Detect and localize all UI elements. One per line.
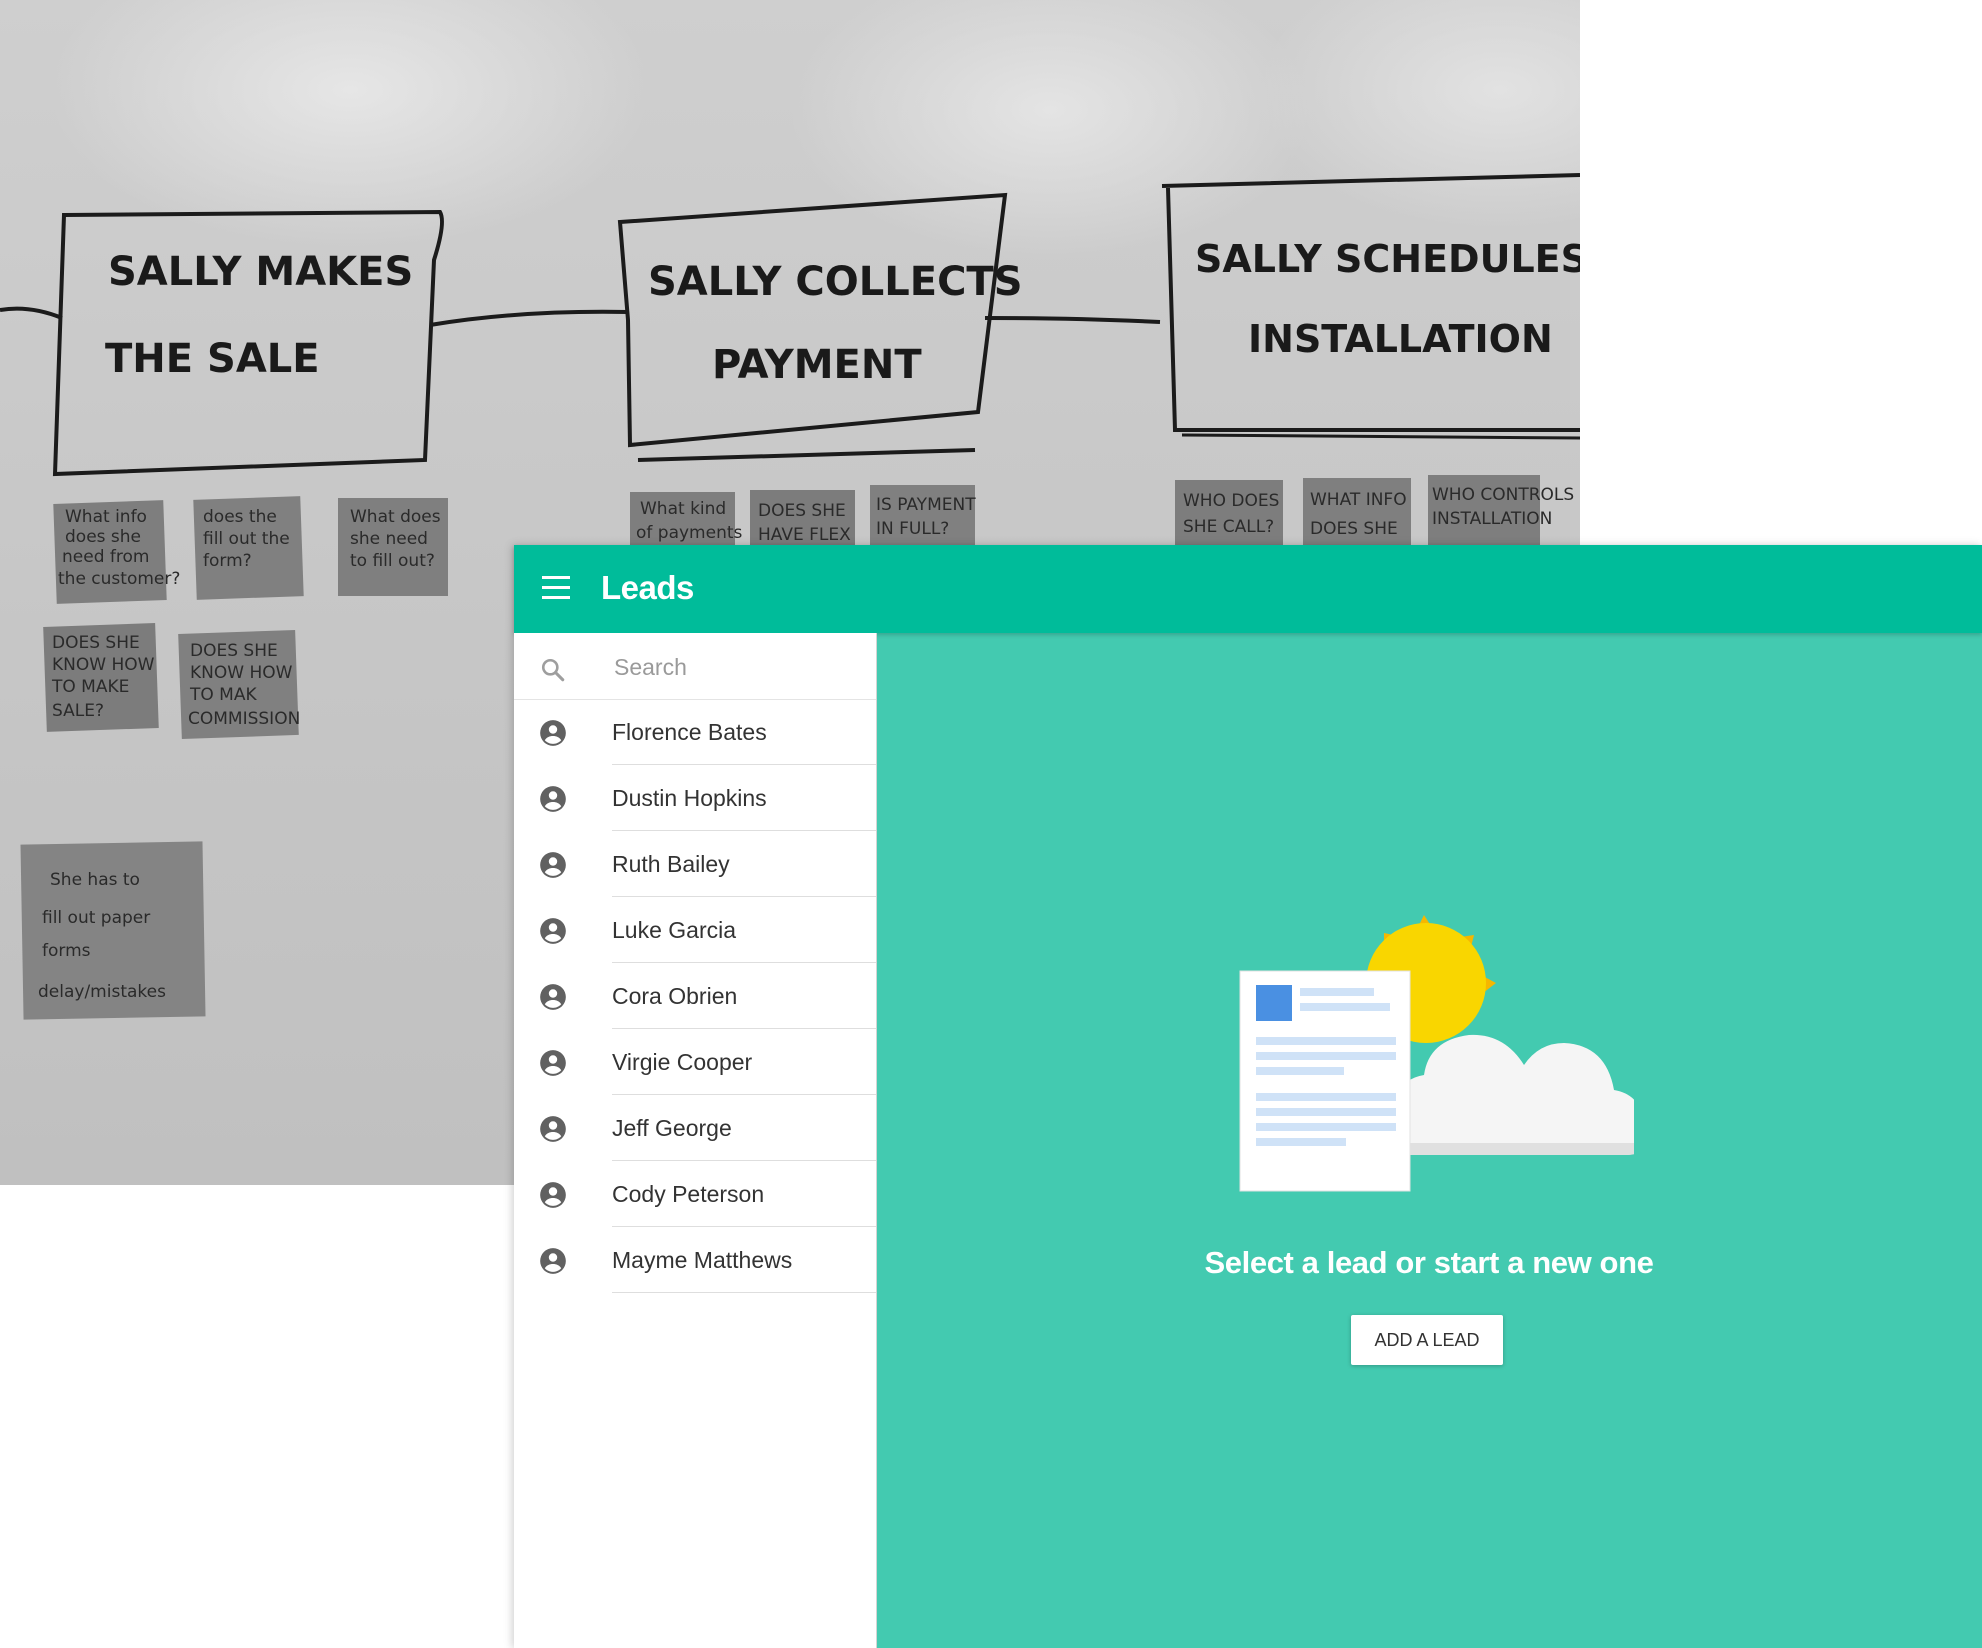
svg-text:of payments: of payments	[636, 523, 743, 543]
search-bar	[514, 633, 876, 700]
add-lead-button[interactable]: ADD A LEAD	[1351, 1315, 1503, 1365]
svg-text:the customer?: the customer?	[58, 569, 180, 589]
lead-item[interactable]: Virgie Cooper	[514, 1029, 876, 1095]
lead-name: Cody Peterson	[612, 1181, 765, 1207]
lead-item[interactable]: Ruth Bailey	[514, 831, 876, 897]
hamburger-menu-icon[interactable]	[542, 576, 570, 600]
search-icon	[541, 658, 565, 682]
sticky-note-7: What kind of payments	[630, 492, 743, 552]
svg-text:fill out the: fill out the	[203, 529, 290, 549]
account-circle-icon	[540, 1182, 566, 1208]
svg-text:HAVE FLEX: HAVE FLEX	[758, 525, 851, 545]
account-circle-icon	[540, 720, 566, 746]
account-circle-icon	[540, 918, 566, 944]
process-box-2	[617, 192, 1008, 448]
empty-state-message: Select a lead or start a new one	[1204, 1245, 1654, 1280]
svg-text:fill out paper: fill out paper	[42, 908, 150, 928]
step-3-line-2: INSTALLATION	[1248, 317, 1553, 361]
account-circle-icon	[540, 984, 566, 1010]
app-bar: Leads	[514, 545, 1982, 633]
step-1-line-2: THE SALE	[105, 336, 320, 382]
svg-text:TO MAK: TO MAK	[189, 685, 257, 705]
sticky-note-3: What doesshe need to fill out?	[338, 498, 448, 596]
page-title: Leads	[601, 569, 694, 606]
svg-text:KNOW HOW: KNOW HOW	[52, 655, 155, 675]
process-box-3	[1161, 173, 1580, 432]
svg-text:DOES SHE: DOES SHE	[1310, 519, 1398, 539]
svg-text:IS PAYMENT: IS PAYMENT	[876, 495, 976, 515]
lead-item[interactable]: Luke Garcia	[514, 897, 876, 963]
svg-text:SHE CALL?: SHE CALL?	[1183, 517, 1274, 537]
lead-item[interactable]: Florence Bates	[514, 699, 876, 765]
lead-name: Dustin Hopkins	[612, 785, 767, 811]
lead-name: Florence Bates	[612, 719, 767, 745]
lead-item[interactable]: Cora Obrien	[514, 963, 876, 1029]
document-icon	[1239, 970, 1411, 1192]
sticky-note-1: What infodoes she need fromthe customer?	[53, 500, 180, 604]
svg-text:she need: she need	[350, 529, 428, 549]
lead-name: Jeff George	[612, 1115, 732, 1141]
lead-item[interactable]: Cody Peterson	[514, 1161, 876, 1227]
svg-text:DOES SHE: DOES SHE	[52, 633, 140, 653]
svg-text:She has to: She has to	[50, 870, 140, 890]
search-input[interactable]	[612, 648, 856, 686]
lead-name: Virgie Cooper	[612, 1049, 753, 1075]
sticky-note-8: DOES SHE HAVE FLEX	[750, 490, 855, 552]
svg-text:DOES SHE: DOES SHE	[758, 501, 846, 521]
leads-sidebar: Florence Bates Dustin Hopkins Ruth Baile…	[514, 633, 877, 1648]
lead-item[interactable]: Jeff George	[514, 1095, 876, 1161]
svg-text:What kind: What kind	[640, 499, 726, 519]
svg-text:need from: need from	[62, 547, 149, 567]
leads-list: Florence Bates Dustin Hopkins Ruth Baile…	[514, 699, 876, 1293]
sticky-note-2: does thefill out the form?	[193, 496, 304, 600]
svg-text:delay/mistakes: delay/mistakes	[38, 982, 166, 1002]
step-3-line-1: SALLY SCHEDULES	[1195, 237, 1580, 281]
svg-text:DOES SHE: DOES SHE	[190, 641, 278, 661]
leads-app-window: Leads Florence Bates Dustin Hopkins Ruth…	[514, 545, 1982, 1648]
svg-text:TO MAKE: TO MAKE	[51, 677, 129, 697]
step-2-line-1: SALLY COLLECTS	[648, 259, 1023, 305]
lead-item[interactable]: Dustin Hopkins	[514, 765, 876, 831]
lead-name: Cora Obrien	[612, 983, 738, 1009]
lead-name: Luke Garcia	[612, 917, 737, 943]
step-2-line-2: PAYMENT	[712, 342, 922, 388]
lead-name: Ruth Bailey	[612, 851, 730, 877]
svg-text:COMMISSION: COMMISSION	[188, 709, 300, 729]
lead-name: Mayme Matthews	[612, 1247, 793, 1273]
cloud-icon	[1394, 1034, 1634, 1155]
svg-text:WHO DOES: WHO DOES	[1183, 491, 1279, 511]
account-circle-icon	[540, 852, 566, 878]
account-circle-icon	[540, 1248, 566, 1274]
sticky-note-5: DOES SHEKNOW HOW TO MAK COMMISSION	[178, 629, 300, 739]
svg-text:INSTALLATION: INSTALLATION	[1432, 509, 1552, 529]
sticky-note-10: WHO DOES SHE CALL?	[1175, 480, 1283, 552]
lead-item[interactable]: Mayme Matthews	[514, 1227, 876, 1293]
svg-text:form?: form?	[203, 551, 252, 571]
account-circle-icon	[540, 786, 566, 812]
svg-text:KNOW HOW: KNOW HOW	[190, 663, 293, 683]
svg-text:to fill out?: to fill out?	[350, 551, 435, 571]
svg-text:WHAT INFO: WHAT INFO	[1310, 490, 1407, 510]
svg-text:What does: What does	[350, 507, 441, 527]
svg-text:forms: forms	[42, 941, 91, 961]
sticky-note-6: She has to fill out paper forms delay/mist…	[20, 841, 206, 1020]
sticky-note-9: IS PAYMENT IN FULL?	[870, 485, 976, 552]
empty-state-illustration	[1239, 915, 1634, 1192]
step-1-line-1: SALLY MAKES	[108, 249, 413, 295]
account-circle-icon	[540, 1050, 566, 1076]
sticky-note-12: WHO CONTROLS INSTALLATION	[1428, 475, 1574, 552]
sticky-note-4: DOES SHEKNOW HOW TO MAKE SALE?	[43, 623, 159, 732]
svg-text:does she: does she	[65, 527, 141, 547]
svg-text:What info: What info	[65, 507, 147, 527]
svg-text:WHO CONTROLS: WHO CONTROLS	[1432, 485, 1574, 505]
sticky-note-11: WHAT INFO DOES SHE	[1303, 478, 1411, 552]
svg-text:SALE?: SALE?	[52, 701, 104, 721]
account-circle-icon	[540, 1116, 566, 1142]
svg-text:does the: does the	[203, 507, 277, 527]
svg-text:IN FULL?: IN FULL?	[876, 519, 949, 539]
